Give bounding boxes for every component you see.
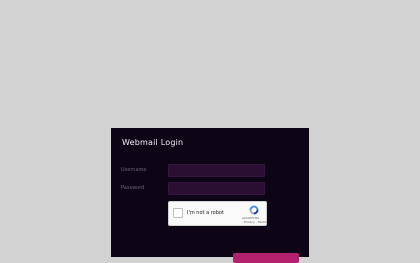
login-submit-button[interactable] — [233, 253, 299, 263]
recaptcha-widget: I'm not a robot reCAPTCHA Privacy - Term… — [168, 201, 267, 226]
username-label: Username — [121, 167, 147, 173]
recaptcha-logo-icon — [249, 205, 259, 215]
password-label: Password — [121, 185, 145, 191]
recaptcha-label: I'm not a robot — [187, 210, 224, 216]
password-input[interactable] — [168, 182, 265, 195]
recaptcha-privacy-terms-links[interactable]: Privacy - Terms — [244, 220, 267, 224]
username-input[interactable] — [168, 164, 265, 177]
login-title: Webmail Login — [122, 138, 184, 147]
recaptcha-checkbox[interactable] — [173, 208, 183, 218]
login-panel: Webmail Login Username Password I'm not … — [111, 128, 309, 263]
